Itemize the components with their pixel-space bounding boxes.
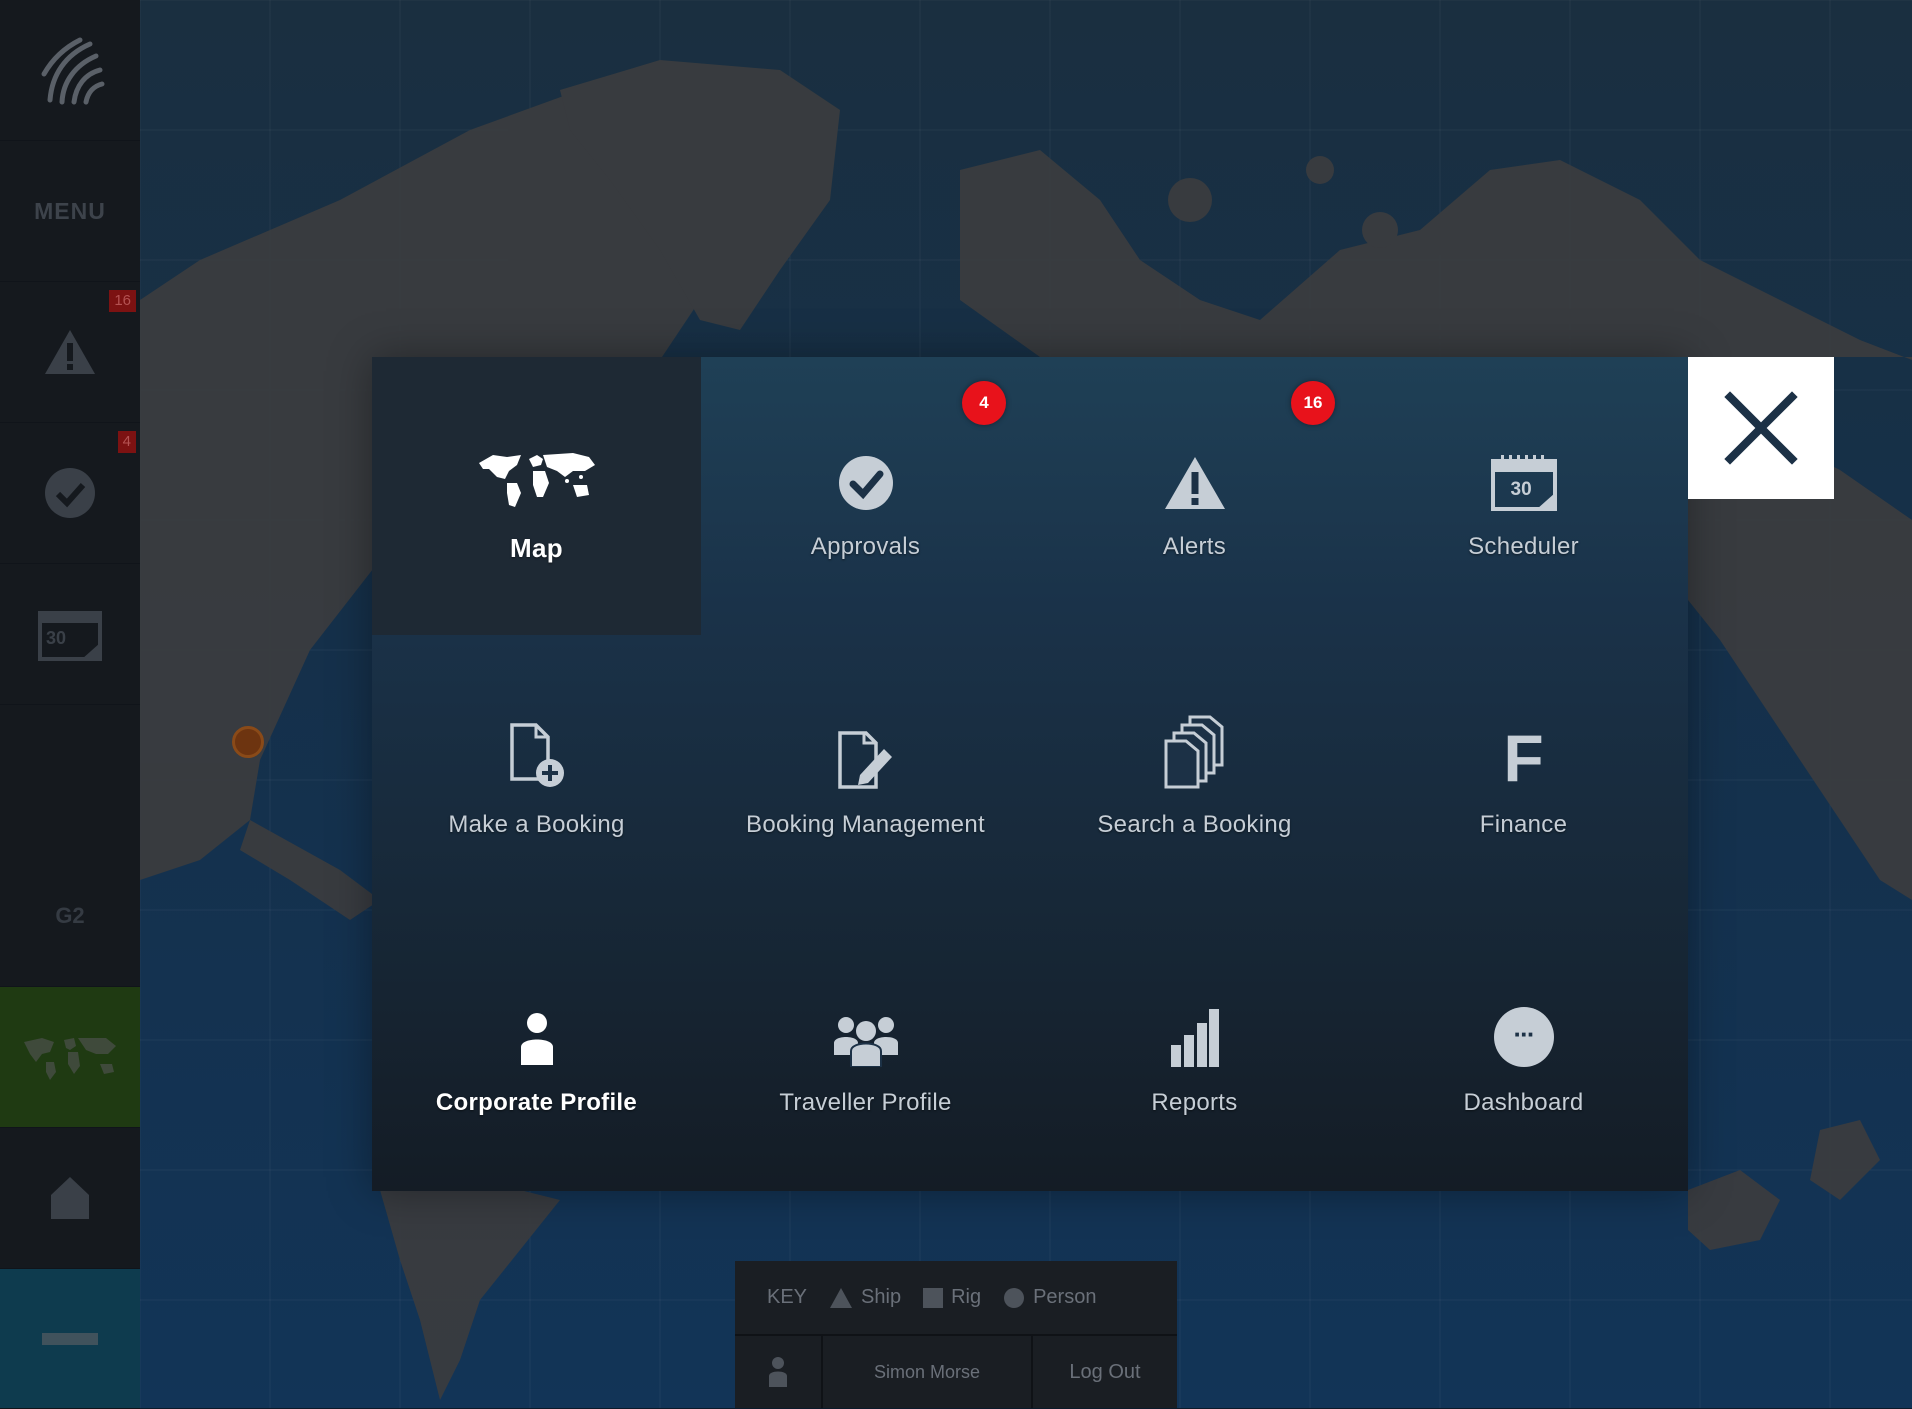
- user-avatar[interactable]: [735, 1336, 823, 1408]
- circle-icon: [1004, 1287, 1025, 1308]
- check-circle-icon: [838, 456, 893, 510]
- key-title: KEY: [767, 1286, 808, 1308]
- menu-label: MENU: [34, 197, 106, 224]
- sidebar-menu-button[interactable]: MENU: [0, 141, 140, 282]
- sidebar-item-scheduler[interactable]: 30: [0, 564, 140, 705]
- bar-chart-icon: [1170, 1009, 1219, 1067]
- more-circle-icon: ···: [1493, 1007, 1554, 1067]
- menu-tile-label: Booking Management: [746, 811, 985, 838]
- minimize-bar-icon: [42, 1332, 98, 1345]
- key-item-label: Ship: [861, 1286, 902, 1308]
- user-name: Simon Morse: [823, 1336, 1033, 1408]
- alerts-count-badge: 16: [109, 290, 136, 312]
- menu-tile-label: Corporate Profile: [435, 1089, 638, 1116]
- key-item-person: Person: [1003, 1286, 1096, 1309]
- close-menu-button[interactable]: [1688, 357, 1834, 499]
- menu-tile-label: Scheduler: [1468, 533, 1579, 560]
- user-bar: Simon Morse Log Out: [735, 1336, 1177, 1408]
- world-map-icon: [24, 1038, 116, 1080]
- finance-f-icon: F: [1503, 721, 1544, 795]
- menu-tile-scheduler[interactable]: 30 Scheduler: [1359, 357, 1688, 635]
- alert-icon: [45, 330, 95, 374]
- edit-document-icon: [837, 731, 892, 789]
- sidebar-item-map[interactable]: [0, 987, 140, 1128]
- g2-label: G2: [55, 903, 85, 928]
- map-key-legend: KEY Ship Rig Person: [735, 1261, 1177, 1336]
- menu-tile-label: Search a Booking: [1097, 811, 1292, 838]
- menu-tile-reports[interactable]: Reports: [1030, 913, 1359, 1191]
- menu-tile-booking-management[interactable]: Booking Management: [701, 635, 1030, 913]
- menu-tile-label: Finance: [1479, 811, 1568, 838]
- approvals-badge: 4: [962, 381, 1006, 425]
- menu-tile-corporate-profile[interactable]: Corporate Profile: [372, 913, 701, 1191]
- alerts-badge: 16: [1291, 381, 1335, 425]
- calendar-day-text: 30: [1510, 479, 1532, 500]
- document-stack-icon: [1164, 715, 1223, 789]
- sidebar-item-home[interactable]: [0, 1128, 140, 1269]
- home-icon: [51, 1177, 89, 1219]
- key-item-ship: Ship: [829, 1286, 901, 1309]
- key-item-label: Person: [1033, 1286, 1097, 1308]
- menu-tile-search-booking[interactable]: Search a Booking: [1030, 635, 1359, 913]
- sidebar-item-alerts[interactable]: 16: [0, 282, 140, 423]
- menu-tile-label: Map: [510, 533, 563, 563]
- menu-tile-label: Dashboard: [1463, 1089, 1584, 1116]
- close-icon: [1724, 391, 1798, 465]
- main-menu-panel: Map Approvals 4 Alerts 16 30 Scheduler M…: [372, 357, 1688, 1191]
- menu-tile-dashboard[interactable]: ··· Dashboard: [1359, 913, 1688, 1191]
- warning-triangle-icon: [1164, 457, 1225, 509]
- menu-tile-traveller-profile[interactable]: Traveller Profile: [701, 913, 1030, 1191]
- menu-tile-make-booking[interactable]: Make a Booking: [372, 635, 701, 913]
- key-item-label: Rig: [951, 1286, 982, 1308]
- map-key-and-user-panel: KEY Ship Rig Person Simon Morse Log Out: [735, 1261, 1177, 1408]
- sidebar: MENU 16 4 30 G2: [0, 0, 140, 1409]
- sidebar-minimize-button[interactable]: [0, 1269, 140, 1409]
- group-icon: [833, 1017, 898, 1067]
- brand-logo: [0, 0, 140, 141]
- menu-tile-label: Make a Booking: [448, 811, 625, 838]
- key-item-rig: Rig: [923, 1286, 981, 1309]
- approval-check-icon: [45, 468, 95, 518]
- logout-button[interactable]: Log Out: [1033, 1336, 1177, 1408]
- square-icon: [923, 1287, 944, 1308]
- menu-tile-label: Alerts: [1162, 533, 1227, 560]
- user-icon: [769, 1357, 787, 1387]
- sidebar-item-approvals[interactable]: 4: [0, 423, 140, 564]
- calendar-day-text: 30: [46, 628, 67, 648]
- logo-icon: [41, 37, 105, 105]
- triangle-icon: [830, 1287, 853, 1308]
- menu-tile-label: Reports: [1151, 1089, 1238, 1116]
- menu-tile-finance[interactable]: F Finance: [1359, 635, 1688, 913]
- new-document-icon: [509, 723, 564, 787]
- more-dots-text: ···: [1513, 1019, 1536, 1049]
- person-icon: [520, 1013, 553, 1065]
- menu-tile-label: Approvals: [810, 533, 921, 560]
- sidebar-item-g2[interactable]: G2: [0, 846, 140, 987]
- menu-tile-label: Traveller Profile: [779, 1089, 952, 1116]
- approvals-count-badge: 4: [117, 431, 136, 453]
- map-location-pin[interactable]: [232, 726, 264, 758]
- world-map-icon: [478, 453, 595, 507]
- menu-tile-map[interactable]: Map: [372, 357, 701, 635]
